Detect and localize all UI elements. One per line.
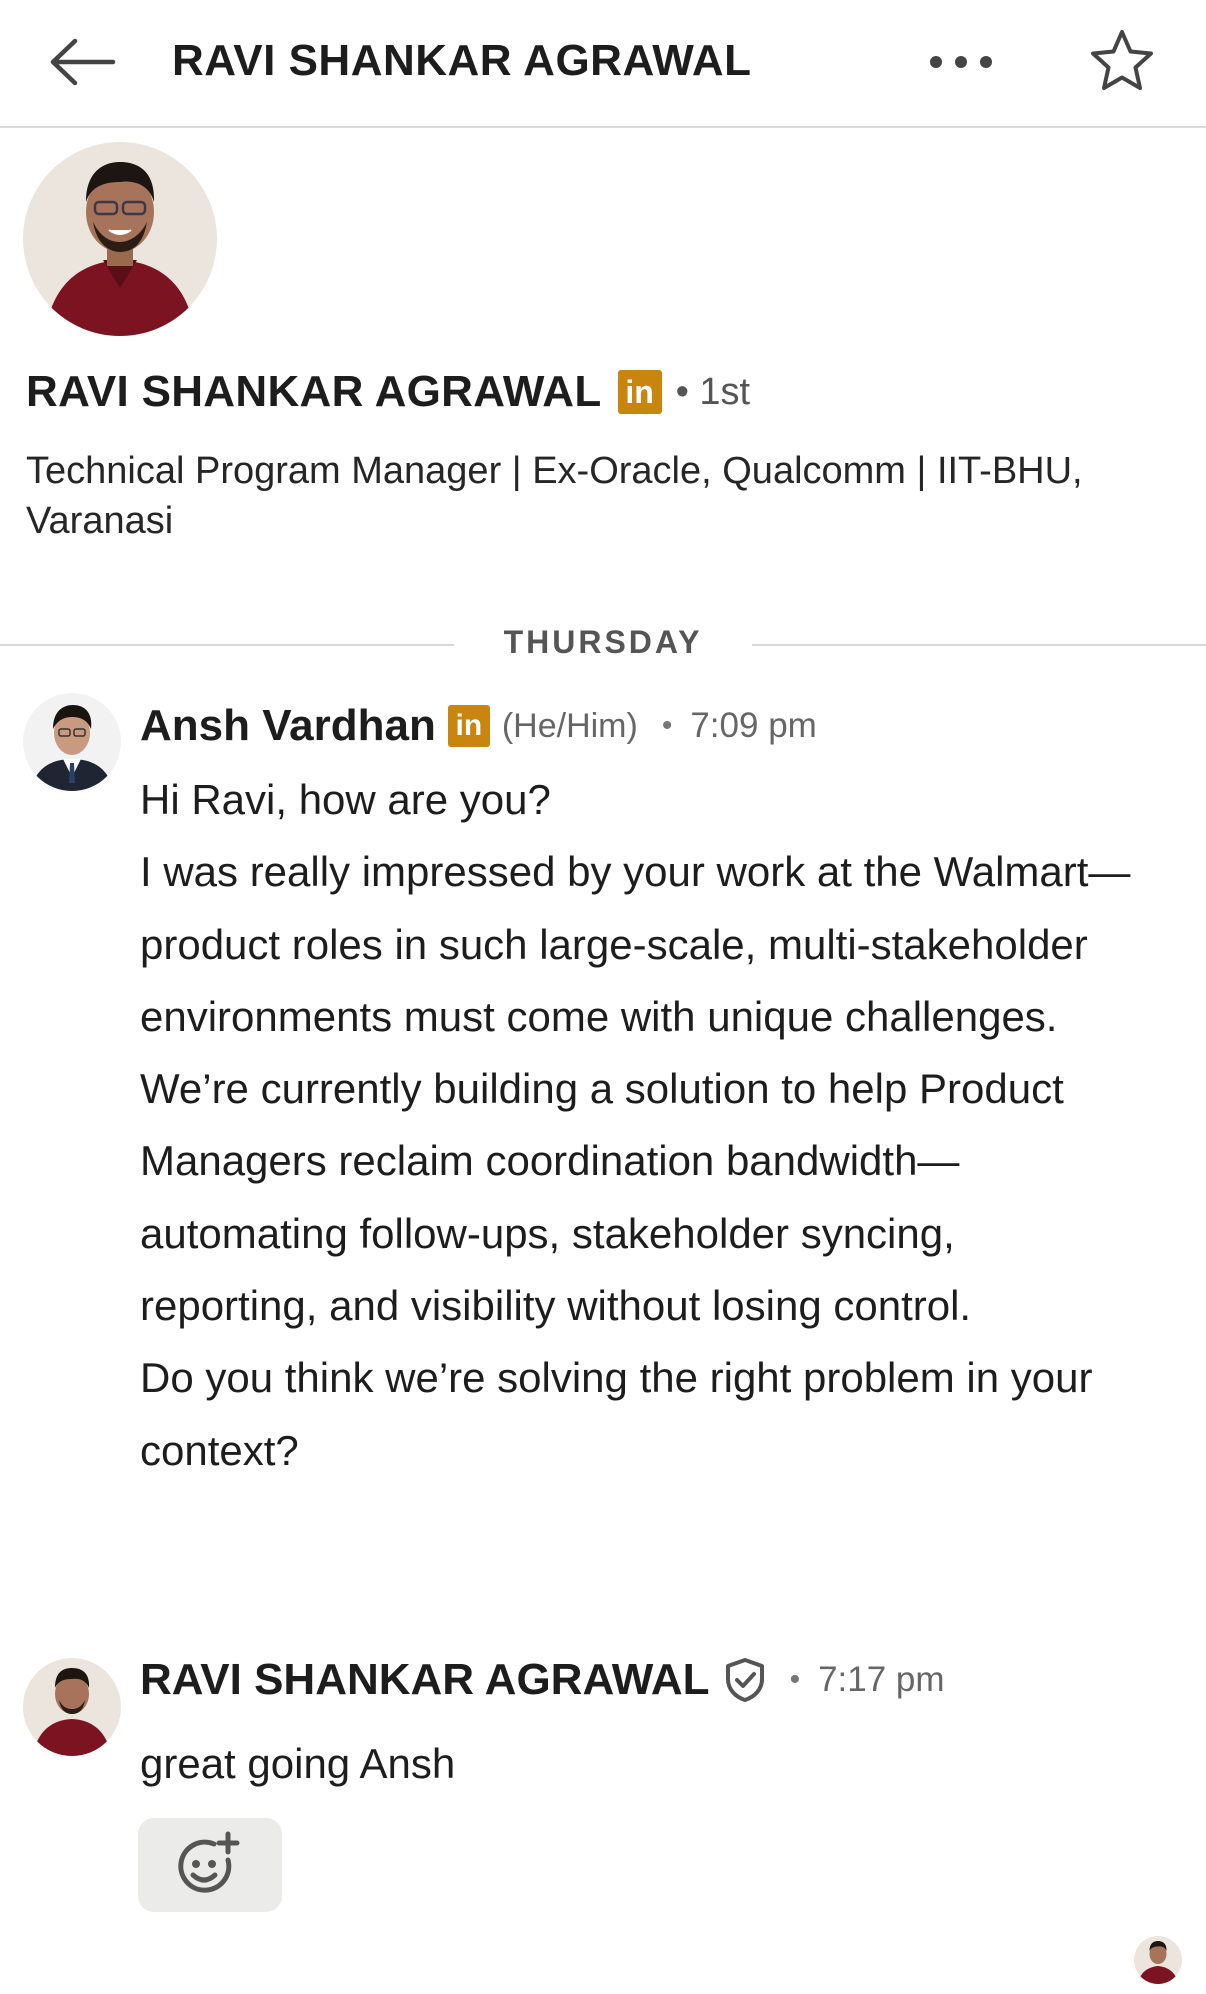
add-reaction-icon	[178, 1831, 240, 1893]
message-line: Hi Ravi, how are you?	[140, 776, 551, 823]
message-body: Hi Ravi, how are you? I was really impre…	[140, 764, 1140, 1487]
star-outline-icon	[1091, 30, 1153, 90]
sender-avatar[interactable]	[23, 693, 121, 791]
profile-headline: Technical Program Manager | Ex-Oracle, Q…	[26, 450, 1083, 542]
more-horizontal-icon	[930, 56, 992, 68]
separator-dot: •	[661, 709, 673, 742]
read-receipt-photo	[1134, 1936, 1182, 1984]
message-header: Ansh Vardhan in (He/Him) • 7:09 pm	[140, 698, 817, 754]
sender-name[interactable]: RAVI SHANKAR AGRAWAL	[140, 1655, 710, 1705]
divider-line	[752, 644, 1206, 646]
header-title: RAVI SHANKAR AGRAWAL	[172, 36, 752, 85]
message-body: great going Ansh	[140, 1728, 1140, 1800]
more-options-button[interactable]	[920, 30, 1002, 94]
conversation-header: RAVI SHANKAR AGRAWAL	[0, 0, 1206, 128]
sender-name[interactable]: Ansh Vardhan	[140, 701, 436, 751]
read-receipt-avatar	[1134, 1936, 1182, 1984]
message-time: 7:17 pm	[818, 1660, 945, 1699]
message-line: great going Ansh	[140, 1740, 456, 1787]
message-time: 7:09 pm	[690, 706, 817, 745]
profile-name[interactable]: RAVI SHANKAR AGRAWAL	[26, 367, 602, 417]
date-divider: THURSDAY	[0, 620, 1206, 670]
sender-avatar[interactable]	[23, 1658, 121, 1756]
sender-photo	[23, 1658, 121, 1756]
message-header: RAVI SHANKAR AGRAWAL • 7:17 pm	[140, 1652, 945, 1708]
profile-avatar[interactable]	[23, 142, 217, 336]
sender-photo	[23, 693, 121, 791]
separator-dot: •	[789, 1663, 801, 1696]
connection-degree: • 1st	[675, 370, 751, 413]
sender-pronouns: (He/Him)	[501, 706, 638, 745]
message-line: I was really impressed by your work at t…	[140, 848, 1131, 1040]
arrow-left-icon	[50, 38, 116, 86]
profile-name-row: RAVI SHANKAR AGRAWAL in • 1st	[26, 364, 750, 420]
divider-line	[0, 644, 454, 646]
star-button[interactable]	[1084, 22, 1160, 98]
message-line: We’re currently building a solution to h…	[140, 1065, 1064, 1330]
message-line: Do you think we’re solving the right pro…	[140, 1354, 1093, 1474]
linkedin-premium-icon: in	[447, 705, 490, 747]
profile-photo	[23, 142, 217, 336]
back-button[interactable]	[44, 30, 120, 94]
shield-check-icon	[724, 1657, 766, 1703]
add-reaction-button[interactable]	[138, 1818, 282, 1912]
date-label: THURSDAY	[503, 624, 703, 660]
linkedin-premium-icon: in	[617, 370, 662, 414]
